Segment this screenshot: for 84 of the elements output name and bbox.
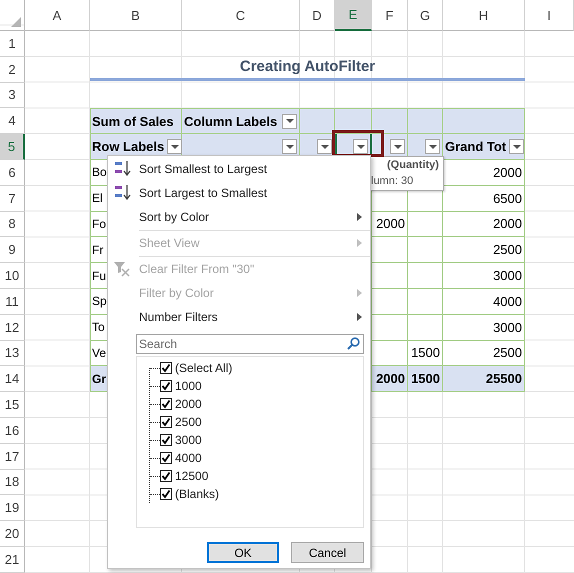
checkbox[interactable] <box>160 398 172 410</box>
column-header[interactable]: F <box>372 0 408 31</box>
checkbox-label[interactable]: 12500 <box>175 469 208 483</box>
table-cell: 2000 <box>443 160 525 186</box>
row-header[interactable]: 9 <box>0 237 25 264</box>
filter-dropdown-button[interactable] <box>425 139 440 154</box>
tooltip-text: lumn: 30 <box>371 175 414 187</box>
table-cell <box>408 314 443 341</box>
sheet-title: Creating AutoFilter <box>90 56 525 81</box>
row-header[interactable]: 18 <box>0 470 25 496</box>
filter-dropdown-button[interactable] <box>167 139 182 154</box>
tooltip-text: (Quantity) <box>386 159 439 171</box>
sort-ascending-icon <box>113 160 131 177</box>
table-cell: 3000 <box>443 314 525 341</box>
filter-dropdown-button[interactable] <box>509 139 524 154</box>
table-cell: 2500 <box>443 340 525 366</box>
row-header[interactable]: 6 <box>0 160 25 186</box>
column-header[interactable]: I <box>525 0 574 31</box>
checkbox-label[interactable]: 4000 <box>175 451 202 465</box>
filter-dropdown-button[interactable] <box>390 139 405 154</box>
row-header[interactable]: 4 <box>0 108 25 134</box>
header-label: Grand Tot <box>445 139 506 154</box>
checkbox-label[interactable]: 2500 <box>175 415 202 429</box>
checkbox[interactable] <box>160 452 172 464</box>
checkbox-label[interactable]: (Blanks) <box>175 487 220 501</box>
row-header[interactable]: 8 <box>0 212 25 238</box>
table-cell <box>408 212 443 238</box>
row-header[interactable]: 16 <box>0 418 25 444</box>
column-header[interactable]: D <box>300 0 335 31</box>
table-cell <box>408 288 443 315</box>
table-cell: 4000 <box>443 288 525 315</box>
ok-button[interactable]: OK <box>207 542 279 563</box>
checkbox[interactable] <box>160 362 172 374</box>
checkbox[interactable] <box>160 416 172 428</box>
row-header[interactable]: 11 <box>0 288 25 315</box>
table-cell: 1500 <box>408 366 443 392</box>
column-header[interactable]: B <box>90 0 182 31</box>
checkbox[interactable] <box>160 434 172 446</box>
table-cell: 25500 <box>443 366 525 392</box>
row-header[interactable]: 14 <box>0 366 25 392</box>
header-label: Row Labels <box>92 139 164 154</box>
filter-dropdown-button[interactable] <box>282 139 297 154</box>
column-header[interactable]: C <box>182 0 300 31</box>
header-label: Column Labels <box>184 114 278 129</box>
table-cell: 2000 <box>372 366 408 392</box>
checkbox-label[interactable]: 3000 <box>175 433 202 447</box>
table-cell: 3000 <box>443 263 525 289</box>
table-cell <box>408 237 443 264</box>
sort-descending-icon <box>113 184 131 201</box>
row-header[interactable]: 2 <box>0 56 25 83</box>
checkbox[interactable] <box>160 470 172 482</box>
table-cell: 2000 <box>443 212 525 238</box>
row-header[interactable]: 13 <box>0 340 25 366</box>
row-header[interactable]: 12 <box>0 314 25 341</box>
table-cell: 2500 <box>443 237 525 264</box>
search-field[interactable]: Search <box>136 334 364 354</box>
row-header[interactable]: 20 <box>0 521 25 547</box>
row-header[interactable]: 1 <box>0 31 25 57</box>
row-header[interactable]: 10 <box>0 263 25 289</box>
row-header[interactable]: 5 <box>0 134 25 160</box>
table-cell: 1500 <box>408 340 443 366</box>
filter-dropdown-button[interactable] <box>353 139 368 154</box>
table-cell: Sum of Sales <box>90 108 182 134</box>
filter-dropdown-button[interactable] <box>317 139 332 154</box>
row-header[interactable]: 15 <box>0 392 25 418</box>
checkbox-label[interactable]: 2000 <box>175 397 202 411</box>
filter-dropdown-button[interactable] <box>282 114 297 129</box>
row-header[interactable]: 17 <box>0 444 25 470</box>
table-cell: 2000 <box>372 212 408 238</box>
checkbox[interactable] <box>160 488 172 500</box>
row-header[interactable]: 21 <box>0 546 25 573</box>
row-header[interactable]: 3 <box>0 82 25 108</box>
row-header[interactable]: 7 <box>0 186 25 212</box>
clear-filter-icon <box>113 260 131 277</box>
table-cell <box>408 263 443 289</box>
row-header[interactable]: 19 <box>0 495 25 522</box>
table-cell: 6500 <box>443 186 525 212</box>
column-header[interactable]: G <box>408 0 443 31</box>
column-header[interactable]: A <box>25 0 90 31</box>
checkbox[interactable] <box>160 380 172 392</box>
column-header[interactable]: H <box>443 0 525 31</box>
search-icon[interactable] <box>347 337 360 350</box>
cancel-button[interactable]: Cancel <box>291 542 364 563</box>
column-header[interactable]: E <box>335 0 372 31</box>
